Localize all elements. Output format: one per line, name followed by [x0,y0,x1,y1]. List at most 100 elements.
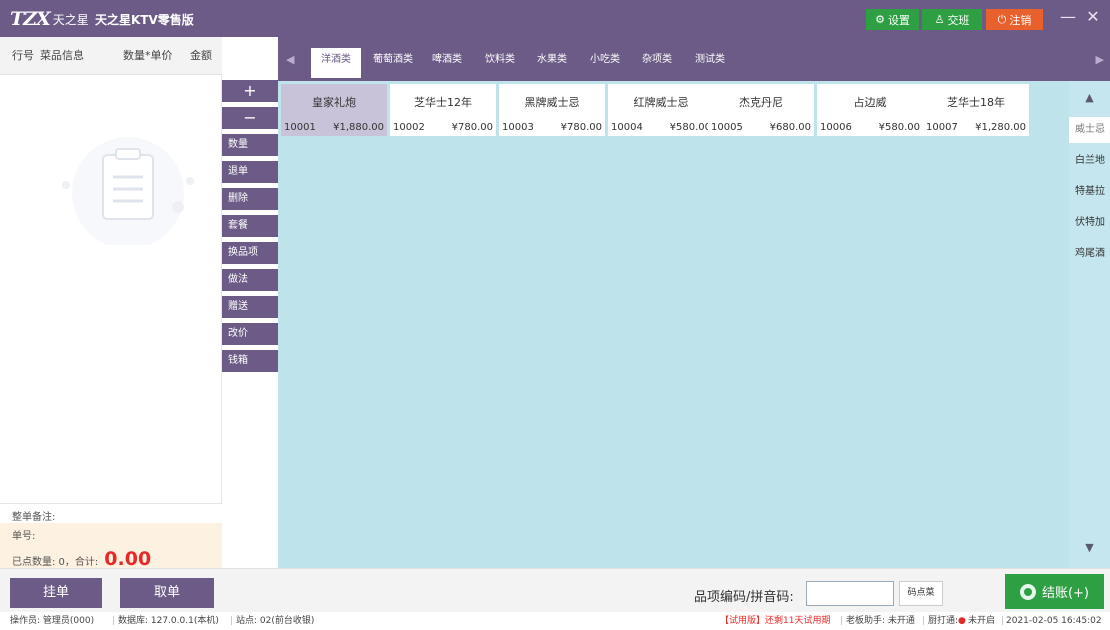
item-price: ¥1,280.00 [975,122,1026,133]
item-code-label: 品项编码/拼音码: [694,590,794,605]
order-total: 0.00 [104,548,152,570]
item-code: 10006 [820,122,852,133]
item-card[interactable]: 黑牌威士忌 10003 ¥780.00 [499,84,605,136]
col-qty-price: 数量*单价 [123,49,173,62]
item-price: ¥680.00 [769,122,811,133]
item-price: ¥580.00 [669,122,711,133]
tab-scroll-left-icon[interactable]: ◀ [286,53,294,66]
status-divider: | [840,616,844,626]
bill-no-label: 单号: [12,531,36,542]
item-grid: 皇家礼炮 10001 ¥1,880.00 芝华士12年 10002 ¥780.0… [278,81,1069,568]
col-line-no: 行号 [12,49,34,62]
logo-brand: 天之星 [52,12,89,27]
order-list-header: 行号 菜品信息 数量*单价 金额 [0,37,222,75]
status-operator: 操作员: 管理员(000) [10,616,95,626]
action-preparation-button[interactable]: 做法 [222,269,278,291]
tab-snack[interactable]: 小吃类 [583,48,627,78]
shift-label: 交班 [947,13,970,27]
tab-test[interactable]: 测试类 [688,48,732,78]
title-bar: TZX 天之星 天之星KTV零售版 ⚙ 设置 ♙ 交班 ⏻ 注销 — ✕ [0,0,1110,37]
checkout-button[interactable]: 结账(+) [1005,574,1104,609]
subcategory-cocktail[interactable]: 鸡尾酒 [1069,241,1110,267]
item-code: 10001 [284,122,316,133]
decrease-qty-button[interactable]: − [222,107,278,129]
remark-label: 整单备注: [12,512,56,523]
status-station: 站点: 02(前台收银) [236,616,315,626]
status-divider: | [112,616,116,626]
order-remark[interactable]: 整单备注: [0,503,222,523]
tab-scroll-right-icon[interactable]: ▶ [1096,53,1104,66]
status-kitchen-state: 未开启 [968,616,996,626]
tab-wine[interactable]: 葡萄酒类 [367,48,419,78]
location-pin-icon: ● [958,616,966,626]
subcategory-up-icon[interactable]: ▲ [1069,91,1110,104]
subcategory-column: ▲ 威士忌 白兰地 特基拉 伏特加 鸡尾酒 ▼ [1069,81,1110,568]
subcategory-tequila[interactable]: 特基拉 [1069,179,1110,205]
item-code: 10002 [393,122,425,133]
tab-misc[interactable]: 杂项类 [635,48,679,78]
action-delete-button[interactable]: 删除 [222,188,278,210]
settings-button[interactable]: ⚙ 设置 [866,9,919,30]
item-price: ¥780.00 [451,122,493,133]
item-card[interactable]: 芝华士18年 10007 ¥1,280.00 [923,84,1029,136]
settings-label: 设置 [887,13,910,27]
minimize-button[interactable]: — [1058,7,1078,26]
checkout-label: 结账(+) [1041,586,1090,601]
status-database: 数据库: 127.0.0.1(本机) [118,616,219,626]
code-order-button[interactable]: 码点菜 [899,581,943,606]
bottom-bar: 挂单 取单 品项编码/拼音码: 码点菜 结账(+) [0,568,1110,612]
item-card[interactable]: 芝华士12年 10002 ¥780.00 [390,84,496,136]
col-amount: 金额 [190,49,212,62]
item-card[interactable]: 占边威 10006 ¥580.00 [817,84,923,136]
status-divider: | [230,616,234,626]
col-item-info: 菜品信息 [40,49,84,62]
tab-liquor[interactable]: 洋酒类 [311,48,361,78]
item-code-input[interactable] [806,581,894,606]
tab-fruit[interactable]: 水果类 [530,48,574,78]
action-change-price-button[interactable]: 改价 [222,323,278,345]
action-gift-button[interactable]: 赠送 [222,296,278,318]
action-swap-item-button[interactable]: 换品项 [222,242,278,264]
item-card[interactable]: 皇家礼炮 10001 ¥1,880.00 [281,84,387,136]
subcategory-down-icon[interactable]: ▼ [1069,541,1110,554]
item-code: 10004 [611,122,643,133]
subcategory-whisky[interactable]: 威士忌 [1069,117,1110,143]
status-trial-notice[interactable]: 【试用版】还剩11天试用期 [720,612,830,630]
status-kitchen-print: 厨打通: [928,616,959,626]
action-return-button[interactable]: 退单 [222,161,278,183]
item-card[interactable]: 红牌威士忌 10004 ¥580.00 [608,84,714,136]
subcategory-vodka[interactable]: 伏特加 [1069,210,1110,236]
item-name: 杰克丹尼 [739,96,783,109]
tab-beer[interactable]: 啤酒类 [425,48,469,78]
status-divider: | [922,616,926,626]
item-name: 红牌威士忌 [633,96,689,109]
app-title: 天之星KTV零售版 [95,13,194,27]
logo-mark: TZX [10,8,51,30]
item-code: 10003 [502,122,534,133]
action-quantity-button[interactable]: 数量 [222,134,278,156]
user-icon: ♙ [934,13,945,26]
item-code: 10005 [711,122,743,133]
action-cash-drawer-button[interactable]: 钱箱 [222,350,278,372]
action-combo-button[interactable]: 套餐 [222,215,278,237]
hold-order-button[interactable]: 挂单 [10,578,102,608]
order-list[interactable] [0,75,222,503]
close-button[interactable]: ✕ [1083,7,1103,26]
item-code: 10007 [926,122,958,133]
subcategory-brandy[interactable]: 白兰地 [1069,148,1110,174]
item-name: 芝华士18年 [947,96,1005,109]
tab-beverage[interactable]: 饮料类 [478,48,522,78]
item-price: ¥580.00 [878,122,920,133]
retrieve-order-button[interactable]: 取单 [120,578,214,608]
logout-button[interactable]: ⏻ 注销 [986,9,1043,30]
item-price: ¥1,880.00 [333,122,384,133]
item-name: 皇家礼炮 [312,96,356,109]
increase-qty-button[interactable]: + [222,80,278,102]
power-icon: ⏻ [997,12,1007,26]
empty-clipboard-icon [62,137,194,245]
item-card[interactable]: 杰克丹尼 10005 ¥680.00 [708,84,814,136]
item-name: 黑牌威士忌 [524,96,580,109]
shift-change-button[interactable]: ♙ 交班 [922,9,982,30]
item-price: ¥780.00 [560,122,602,133]
order-summary: 单号: 已点数量: 0，合计: 0.00 [0,523,222,570]
